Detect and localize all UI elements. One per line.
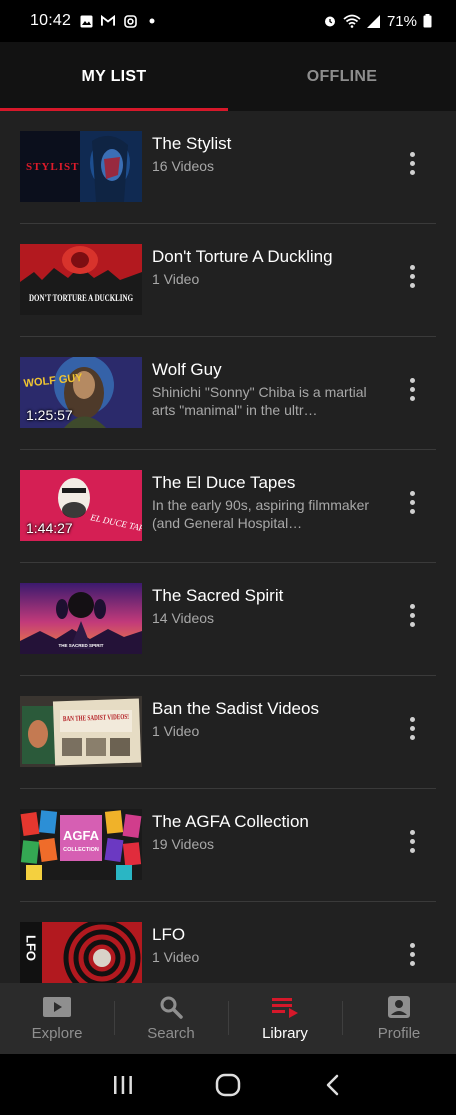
item-subtitle: 14 Videos <box>152 610 215 626</box>
nav-search[interactable]: Search <box>114 983 228 1054</box>
more-options-icon[interactable] <box>400 938 424 970</box>
more-options-icon[interactable] <box>400 599 424 631</box>
recents-icon <box>113 1075 132 1094</box>
thumb-subtitle: COLLECTION <box>63 847 99 853</box>
item-info: Wolf Guy Shinichi "Sonny" Chiba is a mar… <box>152 359 388 419</box>
nav-label: Explore <box>31 1025 83 1042</box>
thumbnail: WOLF GUY 1:25:57 <box>20 357 142 428</box>
list-item[interactable]: WOLF GUY 1:25:57 Wolf Guy Shinichi "Sonn… <box>20 337 436 450</box>
item-info: Ban the Sadist Videos 1 Video <box>152 698 388 740</box>
thumb-title: LFO <box>24 935 39 961</box>
list-item[interactable]: AGFA COLLECTION The AGFA Collection 19 V… <box>20 789 436 902</box>
play-icon <box>42 995 72 1019</box>
thumbnail: AGFA COLLECTION <box>20 809 142 880</box>
thumbnail: EL DUCE TAPES 1:44:27 <box>20 470 142 541</box>
item-title: LFO <box>152 925 186 944</box>
status-time: 10:42 <box>30 12 72 29</box>
item-info: The AGFA Collection 19 Videos <box>152 811 388 853</box>
more-options-icon[interactable] <box>400 147 424 179</box>
battery-icon <box>423 14 432 28</box>
more-options-icon[interactable] <box>400 825 424 857</box>
list-item[interactable]: STYLIST The Stylist 16 Videos <box>20 111 436 224</box>
profile-icon <box>384 995 414 1019</box>
nav-library[interactable]: Library <box>228 983 342 1054</box>
home-button[interactable] <box>208 1065 248 1105</box>
signal-icon <box>366 14 381 28</box>
nav-profile[interactable]: Profile <box>342 983 456 1054</box>
home-icon <box>215 1073 241 1096</box>
item-subtitle: 1 Video <box>152 723 200 739</box>
back-button[interactable] <box>313 1065 353 1105</box>
item-title: The AGFA Collection <box>152 812 309 831</box>
list-item[interactable]: DON'T TORTURE A DUCKLING Don't Torture A… <box>20 224 436 337</box>
thumb-title: STYLIST <box>26 161 79 173</box>
item-title: The Stylist <box>152 134 232 153</box>
list-item[interactable]: BAN THE SADIST VIDEOS! Ban the Sadist Vi… <box>20 676 436 789</box>
thumb-title: THE SACRED SPIRIT <box>58 643 103 648</box>
library-tabs: MY LIST OFFLINE <box>0 42 456 111</box>
item-title: The El Duce Tapes <box>152 473 296 492</box>
item-info: LFO 1 Video <box>152 924 388 966</box>
item-info: The Sacred Spirit 14 Videos <box>152 585 388 627</box>
item-info: Don't Torture A Duckling 1 Video <box>152 246 388 288</box>
item-title: Don't Torture A Duckling <box>152 247 333 266</box>
list-item[interactable]: THE SACRED SPIRIT The Sacred Spirit 14 V… <box>20 563 436 676</box>
item-subtitle: In the early 90s, aspiring filmmaker (an… <box>152 497 370 531</box>
system-navigation <box>0 1054 456 1115</box>
item-info: The Stylist 16 Videos <box>152 133 388 175</box>
duration-label: 1:44:27 <box>26 520 73 536</box>
list-item[interactable]: EL DUCE TAPES 1:44:27 The El Duce Tapes … <box>20 450 436 563</box>
search-icon <box>156 995 186 1019</box>
my-list: STYLIST The Stylist 16 Videos DON'T TORT… <box>0 111 456 983</box>
thumbnail: DON'T TORTURE A DUCKLING <box>20 244 142 315</box>
nav-label: Search <box>147 1025 195 1042</box>
list-item[interactable]: LFO LFO 1 Video <box>20 902 436 983</box>
item-subtitle: 19 Videos <box>152 836 215 852</box>
tab-offline[interactable]: OFFLINE <box>228 42 456 111</box>
thumbnail: STYLIST <box>20 131 142 202</box>
gmail-icon <box>101 14 116 28</box>
more-options-icon[interactable] <box>400 486 424 518</box>
thumbnail: BAN THE SADIST VIDEOS! <box>20 696 142 767</box>
nav-label: Library <box>262 1025 308 1042</box>
recents-button[interactable] <box>103 1065 143 1105</box>
more-options-icon[interactable] <box>400 712 424 744</box>
duration-label: 1:25:57 <box>26 407 73 423</box>
thumbnail: LFO <box>20 922 142 983</box>
thumbnail: THE SACRED SPIRIT <box>20 583 142 654</box>
bottom-navigation: Explore Search Library Profile <box>0 983 456 1054</box>
status-bar: 10:42 71% <box>0 0 456 42</box>
nav-label: Profile <box>377 1025 421 1042</box>
nav-explore[interactable]: Explore <box>0 983 114 1054</box>
dot-icon <box>145 14 159 28</box>
item-subtitle: 1 Video <box>152 271 200 287</box>
more-options-icon[interactable] <box>400 373 424 405</box>
alarm-icon <box>323 14 337 28</box>
status-right: 71% <box>323 13 432 30</box>
thumb-title: AGFA <box>63 828 100 843</box>
item-title: Wolf Guy <box>152 360 222 379</box>
more-options-icon[interactable] <box>400 260 424 292</box>
battery-level: 71% <box>386 12 417 30</box>
item-title: Ban the Sadist Videos <box>152 699 319 718</box>
thumb-title: DON'T TORTURE A DUCKLING <box>29 293 133 303</box>
library-icon <box>270 995 300 1019</box>
item-subtitle: 16 Videos <box>152 158 215 174</box>
item-info: The El Duce Tapes In the early 90s, aspi… <box>152 472 388 532</box>
wifi-icon <box>343 14 361 28</box>
item-subtitle: Shinichi "Sonny" Chiba is a martial arts… <box>152 384 367 418</box>
tab-my-list[interactable]: MY LIST <box>0 42 228 111</box>
instagram-icon <box>123 14 137 28</box>
item-subtitle: 1 Video <box>152 949 200 965</box>
image-icon <box>79 14 93 28</box>
item-title: The Sacred Spirit <box>152 586 284 605</box>
back-icon <box>327 1074 339 1095</box>
status-left: 10:42 <box>30 12 159 30</box>
